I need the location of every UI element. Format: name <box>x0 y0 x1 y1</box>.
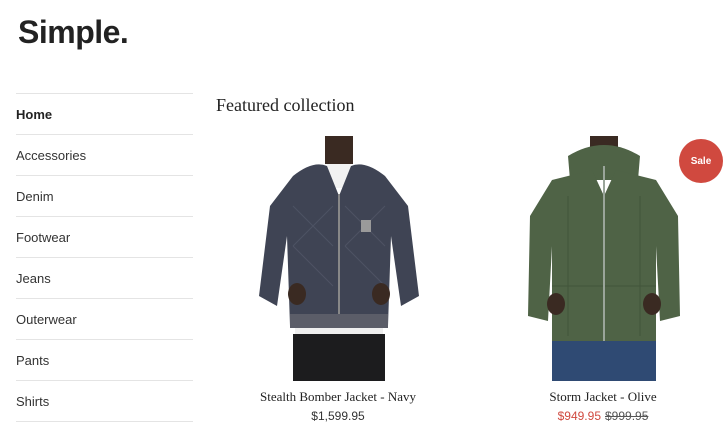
featured-collection-title: Featured collection <box>216 95 355 115</box>
sidebar-item-outerwear[interactable]: Outerwear <box>16 298 193 339</box>
product-card[interactable]: Stealth Bomber Jacket - Navy $1,599.95 <box>223 136 453 423</box>
product-price-row: $949.95 $999.95 <box>488 409 718 423</box>
sidebar-item-pants[interactable]: Pants <box>16 339 193 380</box>
sidebar-item-label: Home <box>16 106 53 122</box>
sidebar-item-footwear[interactable]: Footwear <box>16 216 193 257</box>
sidebar-item-label: Shirts <box>16 393 50 409</box>
sidebar-item-shirts[interactable]: Shirts <box>16 380 193 422</box>
sale-badge: Sale <box>679 139 723 183</box>
sidebar-item-label: Footwear <box>16 229 71 245</box>
sidebar-item-home[interactable]: Home <box>16 93 193 134</box>
product-name[interactable]: Stealth Bomber Jacket - Navy <box>223 389 453 405</box>
sidebar-item-label: Accessories <box>16 147 87 163</box>
sidebar-item-accessories[interactable]: Accessories <box>16 134 193 175</box>
product-price: $1,599.95 <box>311 409 365 423</box>
sidebar-item-label: Jeans <box>16 270 51 286</box>
product-price-row: $1,599.95 <box>223 409 453 423</box>
product-sale-price: $949.95 <box>557 409 601 423</box>
sidebar-item-label: Outerwear <box>16 311 77 327</box>
sidebar-item-label: Denim <box>16 188 54 204</box>
sidebar-item-label: Pants <box>16 352 50 368</box>
sidebar-item-jeans[interactable]: Jeans <box>16 257 193 298</box>
sidebar-item-denim[interactable]: Denim <box>16 175 193 216</box>
product-card[interactable]: Storm Jacket - Olive $949.95 $999.95 <box>488 136 718 423</box>
navy-bomber-jacket-photo[interactable] <box>223 136 453 381</box>
product-name[interactable]: Storm Jacket - Olive <box>488 389 718 405</box>
product-compare-price: $999.95 <box>605 409 649 423</box>
sidebar-nav: Home Accessories Denim Footwear Jeans Ou… <box>16 93 193 422</box>
store-logo[interactable]: Simple. <box>18 14 129 51</box>
